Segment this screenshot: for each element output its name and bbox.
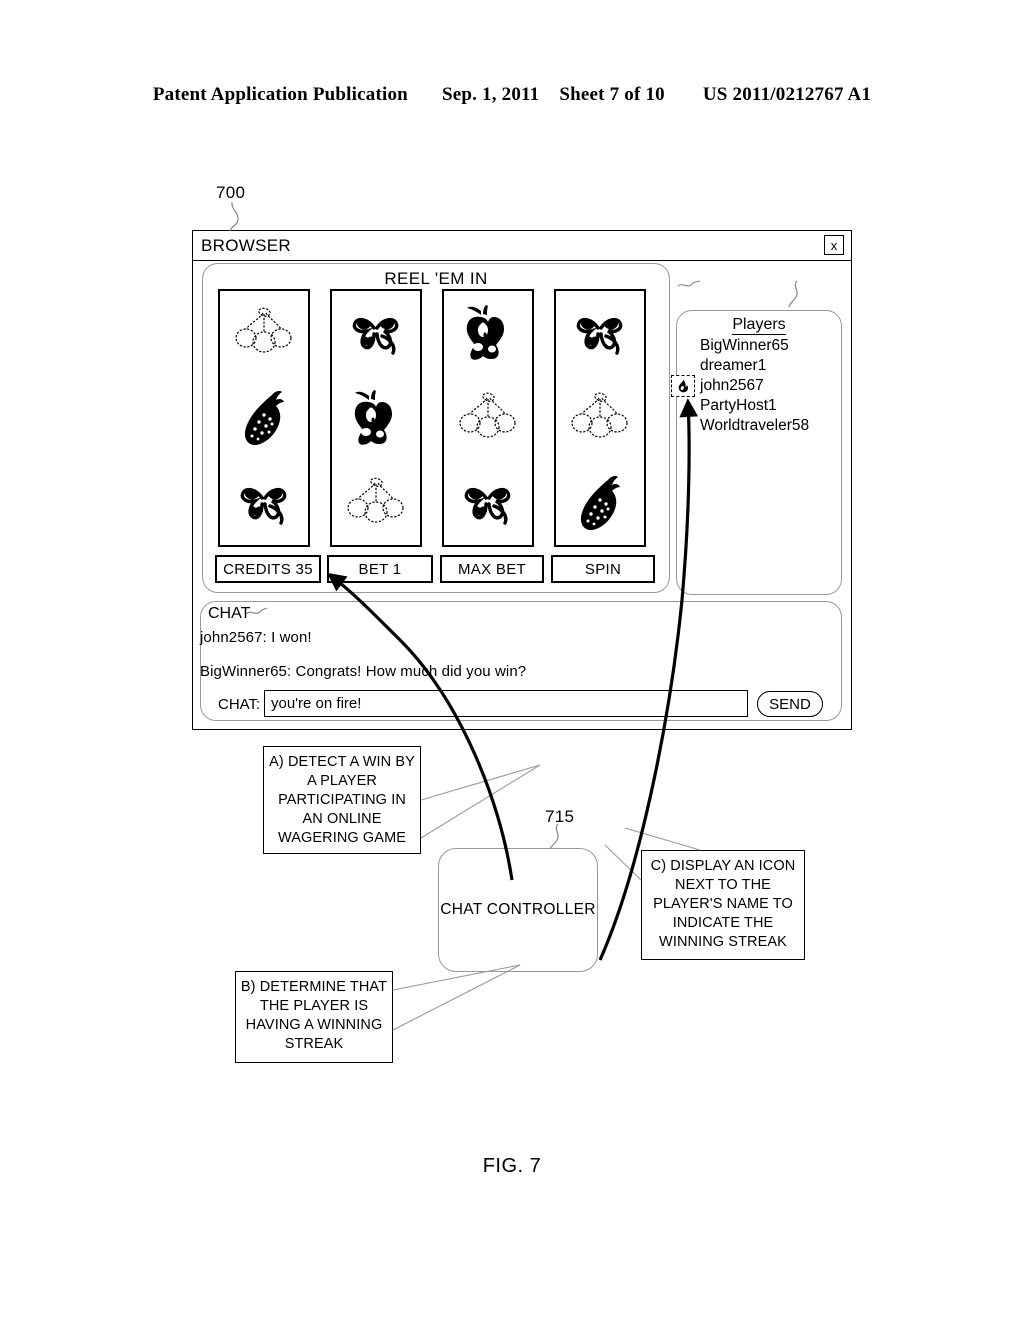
bet-button[interactable]: BET 1 [327, 555, 433, 583]
symbol-apple-core [453, 300, 523, 366]
players-title: Players [732, 316, 786, 335]
symbol-strawberry [565, 470, 635, 536]
figure-caption: FIG. 7 [482, 1155, 542, 1177]
player-row[interactable]: dreamer1 [700, 356, 850, 376]
symbol-cherries [453, 385, 523, 451]
chat-input-label: CHAT: [218, 696, 261, 713]
player-name: dreamer1 [700, 357, 767, 374]
publication-label: Patent Application Publication [152, 84, 408, 105]
spin-button[interactable]: SPIN [551, 555, 655, 583]
players-list: BigWinner65 dreamer1 john2567 PartyHost1… [671, 336, 850, 436]
callout-c: C) DISPLAY AN ICON NEXT TO THE PLAYER'S … [641, 850, 805, 960]
player-name: Worldtraveler58 [700, 417, 810, 434]
ref-numeral-715: 715 [545, 807, 575, 826]
symbol-cherries [229, 300, 299, 366]
ref-numeral-700: 700 [216, 183, 246, 202]
symbol-clover [229, 470, 299, 536]
credits-button[interactable]: CREDITS 35 [215, 555, 321, 583]
symbol-clover [453, 470, 523, 536]
reel-2 [330, 289, 422, 547]
player-name: PartyHost1 [700, 397, 777, 414]
callout-a: A) DETECT A WIN BY A PLAYER PARTICIPATIN… [263, 746, 421, 854]
player-row[interactable]: PartyHost1 [700, 396, 850, 416]
player-name: john2567 [700, 377, 764, 394]
chat-controller-node: CHAT CONTROLLER [438, 848, 598, 972]
symbol-cherries [565, 385, 635, 451]
reel-1 [218, 289, 310, 547]
symbol-apple-core [341, 385, 411, 451]
player-row[interactable]: BigWinner65 [700, 336, 850, 356]
reel-3 [442, 289, 534, 547]
symbol-cherries [341, 470, 411, 536]
symbol-clover [565, 300, 635, 366]
publication-date: Sep. 1, 2011 [441, 84, 540, 105]
chat-message: john2567: I won! [200, 629, 312, 646]
close-icon[interactable]: x [824, 235, 844, 255]
send-button[interactable]: SEND [757, 691, 823, 717]
callout-b: B) DETERMINE THAT THE PLAYER IS HAVING A… [235, 971, 393, 1063]
player-row[interactable]: john2567 [671, 375, 850, 397]
patent-header: Patent Application Publication Sep. 1, 20… [0, 84, 1024, 106]
game-title: REEL 'EM IN [384, 269, 488, 288]
sheet-number: Sheet 7 of 10 [559, 84, 665, 105]
player-name: BigWinner65 [700, 337, 789, 354]
flame-icon [671, 375, 695, 397]
browser-title: BROWSER [201, 236, 291, 255]
chat-input[interactable]: you're on fire! [264, 690, 748, 717]
chat-message: BigWinner65: Congrats! How much did you … [200, 663, 527, 680]
player-row[interactable]: Worldtraveler58 [700, 416, 850, 436]
browser-titlebar: BROWSER x [193, 231, 851, 261]
max-bet-button[interactable]: MAX BET [440, 555, 544, 583]
chat-panel-label: CHAT [208, 605, 251, 622]
patent-number: US 2011/0212767 A1 [702, 84, 872, 105]
symbol-strawberry [229, 385, 299, 451]
symbol-clover [341, 300, 411, 366]
reel-4 [554, 289, 646, 547]
